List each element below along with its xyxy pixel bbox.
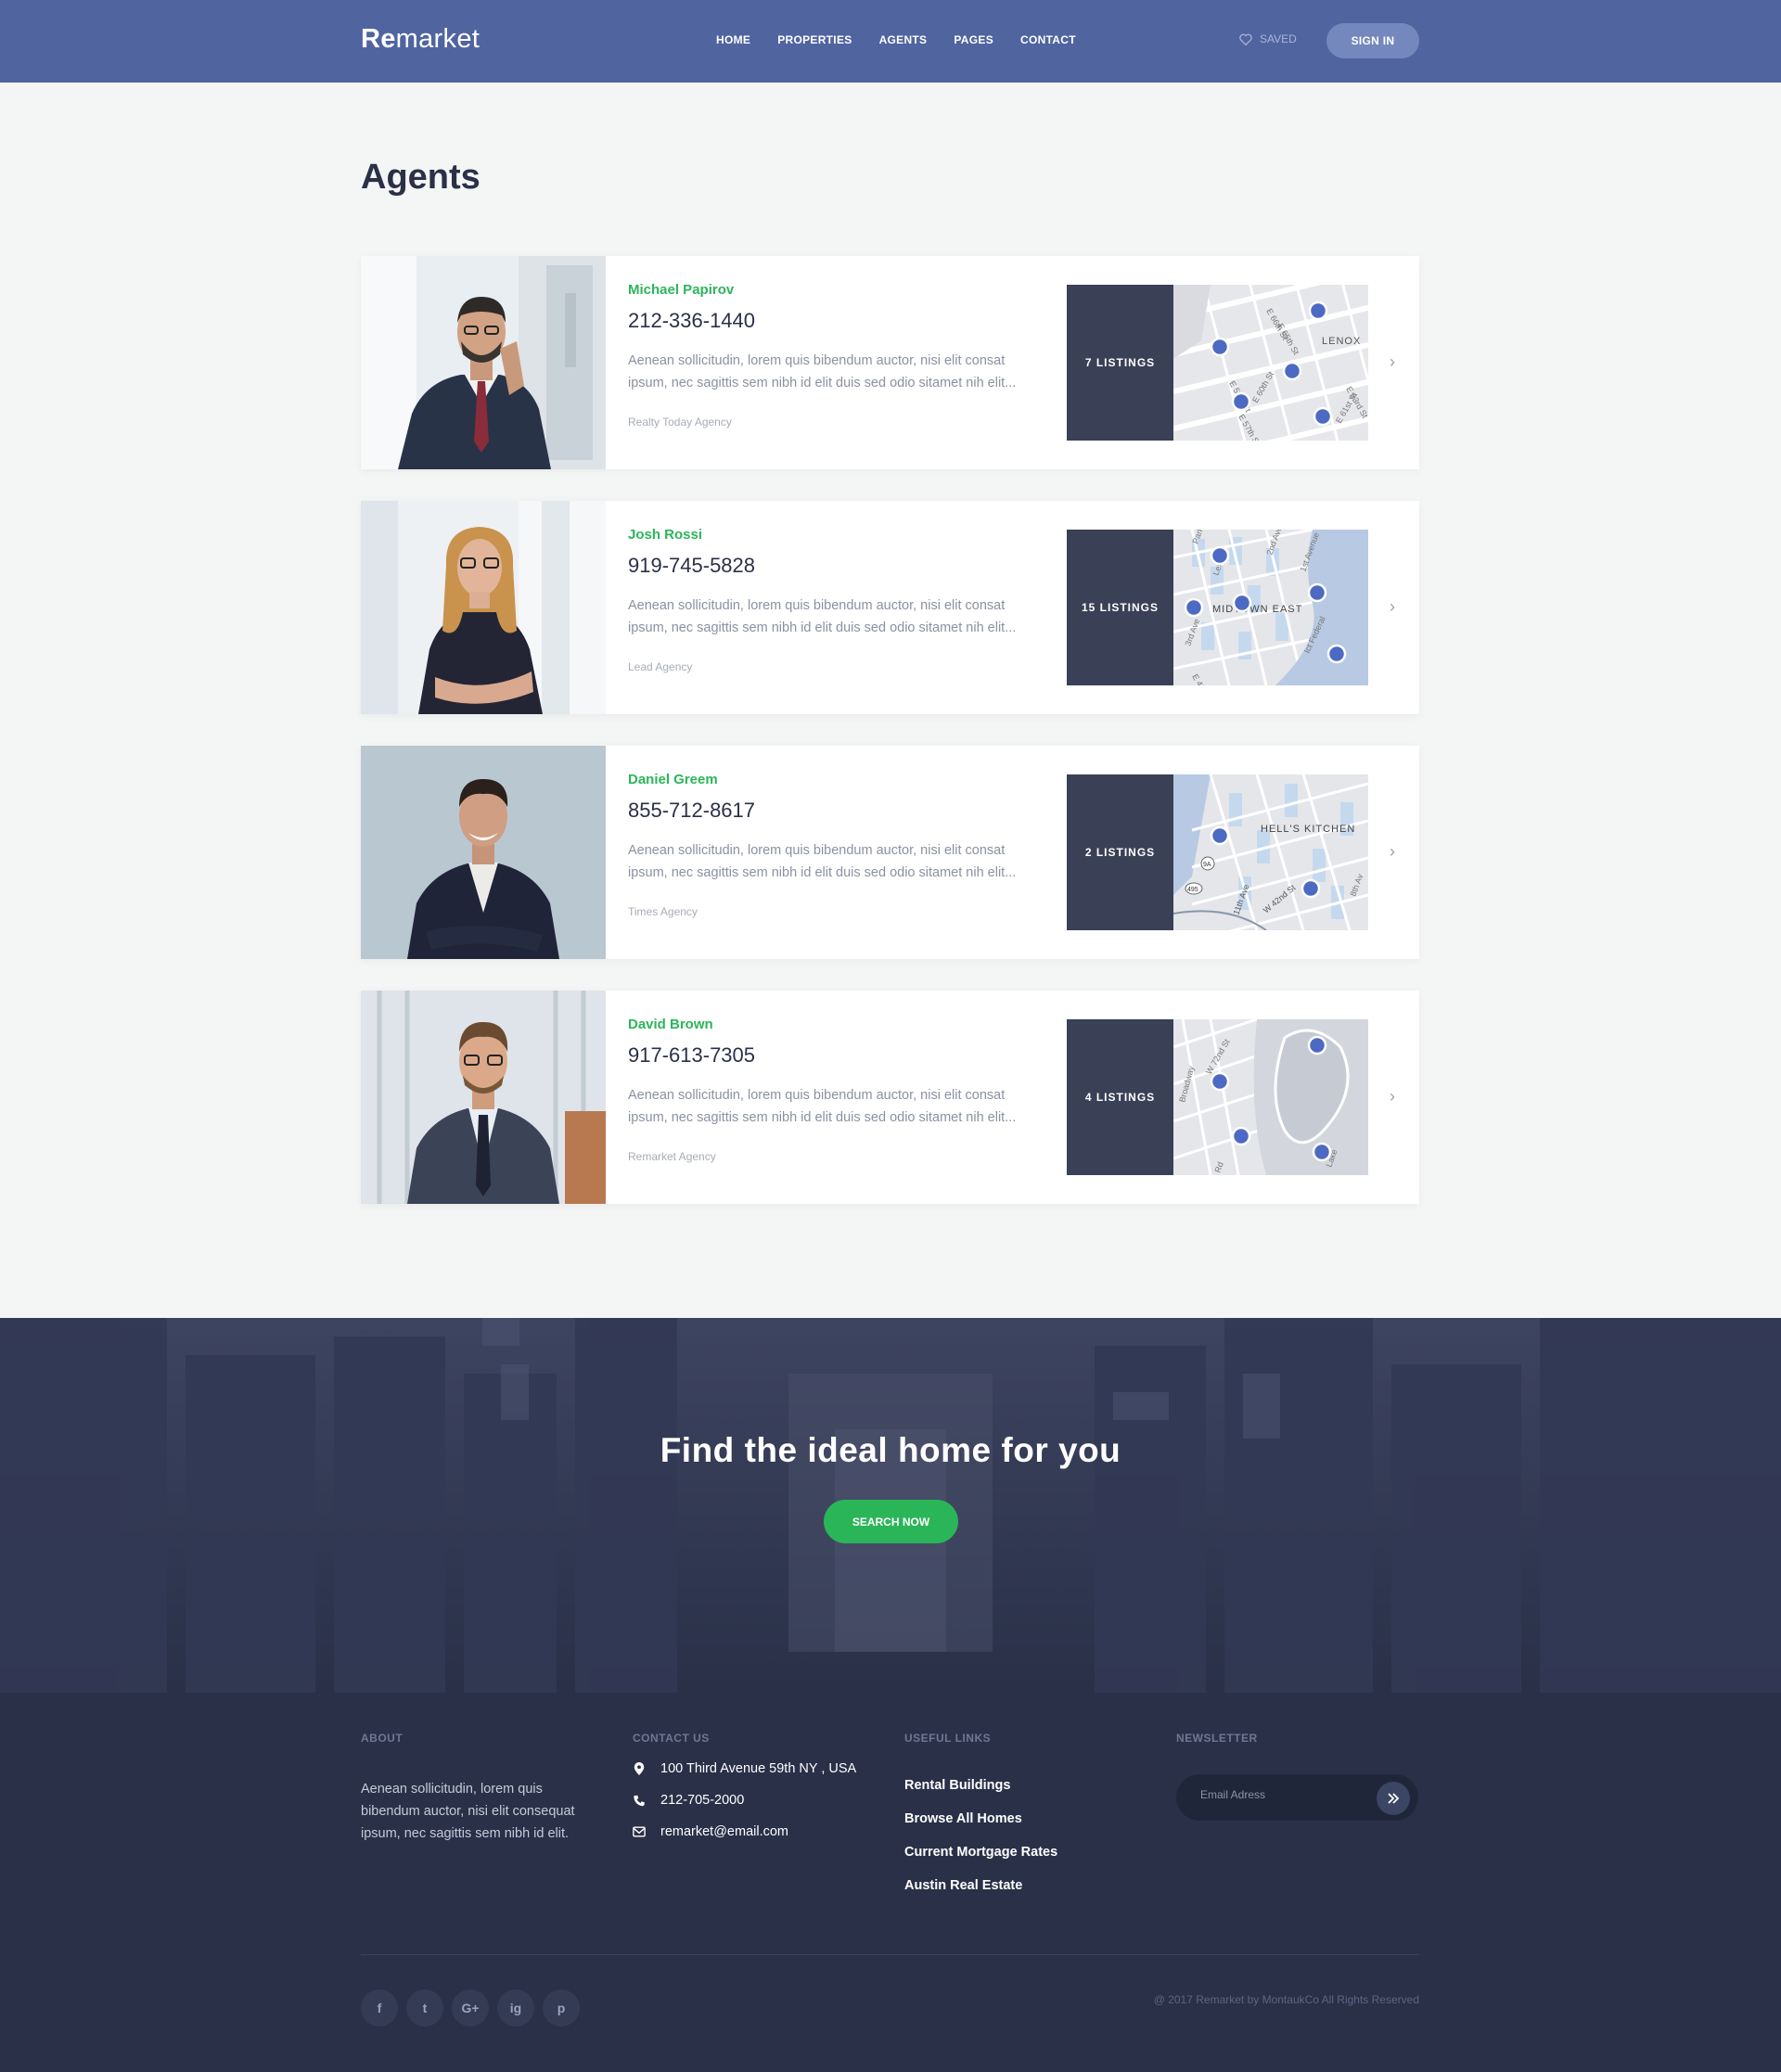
- map-label: HELL'S KITCHEN: [1261, 824, 1355, 835]
- footer-heading: NEWSLETTER: [1176, 1732, 1258, 1745]
- listing-map[interactable]: MIDTOWN EAST E 42nd St 3rd Ave 2nd Ave 1…: [1172, 530, 1368, 685]
- footer-heading: USEFUL LINKS: [904, 1732, 992, 1745]
- twitter-icon[interactable]: t: [406, 1989, 443, 2027]
- map-label: LENOX: [1322, 336, 1361, 347]
- map-label: 9A: [1203, 862, 1211, 868]
- phone-icon: [634, 1795, 645, 1806]
- agent-info: David Brown 917-613-7305 Aenean sollicit…: [628, 1017, 1027, 1163]
- listing-preview[interactable]: 15 LISTINGS MIDTOWN EAST E 42nd St: [1067, 530, 1368, 685]
- pinterest-icon[interactable]: p: [543, 1989, 580, 2027]
- agent-card[interactable]: Josh Rossi 919-745-5828 Aenean sollicitu…: [361, 501, 1419, 714]
- agent-agency: Lead Agency: [628, 660, 693, 673]
- location-pin-icon: [634, 1762, 645, 1775]
- agent-card[interactable]: David Brown 917-613-7305 Aenean sollicit…: [361, 991, 1419, 1204]
- newsletter-form: [1176, 1774, 1418, 1821]
- contact-address: 100 Third Avenue 59th NY , USA: [633, 1761, 856, 1776]
- contact-phone[interactable]: 212-705-2000: [633, 1793, 856, 1808]
- agent-description: Aenean sollicitudin, lorem quis bibendum…: [628, 843, 1017, 880]
- newsletter-submit-button[interactable]: [1377, 1782, 1410, 1815]
- agent-photo: [361, 991, 606, 1204]
- footer-link[interactable]: Rental Buildings: [904, 1778, 1057, 1793]
- chevron-right-icon[interactable]: ›: [1390, 842, 1395, 862]
- agent-agency: Remarket Agency: [628, 1150, 716, 1163]
- search-now-button[interactable]: SEARCH NOW: [824, 1500, 958, 1543]
- agent-description: Aenean sollicitudin, lorem quis bibendum…: [628, 598, 1017, 635]
- instagram-icon[interactable]: ig: [497, 1989, 534, 2027]
- footer-divider: [361, 1954, 1419, 1955]
- agent-description: Aenean sollicitudin, lorem quis bibendum…: [628, 353, 1017, 390]
- saved-link[interactable]: SAVED: [1239, 32, 1297, 45]
- about-text: Aenean sollicitudin, lorem quis bibendum…: [361, 1782, 575, 1841]
- page-title: Agents: [361, 158, 480, 197]
- agent-agency: Times Agency: [628, 905, 698, 918]
- nav-properties[interactable]: PROPERTIES: [777, 33, 852, 46]
- footer-links: USEFUL LINKS Rental Buildings Browse All…: [904, 1732, 1057, 1893]
- agent-card[interactable]: Daniel Greem 855-712-8617 Aenean sollici…: [361, 746, 1419, 959]
- agent-name[interactable]: Daniel Greem: [628, 772, 1027, 787]
- envelope-icon: [633, 1826, 646, 1837]
- footer-about: ABOUT Aenean sollicitudin, lorem quis bi…: [361, 1732, 583, 1845]
- listing-preview[interactable]: 7 LISTINGS LENOX E 60th St E 59th St E 5…: [1067, 285, 1368, 441]
- agent-photo: [361, 256, 606, 469]
- logo[interactable]: Remarket: [361, 24, 480, 55]
- listing-count[interactable]: 7 LISTINGS: [1067, 285, 1173, 441]
- site-footer: ABOUT Aenean sollicitudin, lorem quis bi…: [0, 1693, 1781, 2072]
- agent-info: Josh Rossi 919-745-5828 Aenean sollicitu…: [628, 527, 1027, 673]
- social-links: f t G+ ig p: [361, 1989, 588, 2027]
- listing-preview[interactable]: 4 LISTINGS W 72nd St Broadway Lake Rd: [1067, 1019, 1368, 1175]
- double-chevron-right-icon: [1388, 1793, 1400, 1804]
- agent-phone: 919-745-5828: [628, 554, 756, 577]
- agent-name[interactable]: Josh Rossi: [628, 527, 1027, 543]
- listing-map[interactable]: HELL'S KITCHEN W 42nd St 11th Ave 9A 495…: [1172, 774, 1368, 930]
- listing-count[interactable]: 2 LISTINGS: [1067, 774, 1173, 930]
- chevron-right-icon[interactable]: ›: [1390, 352, 1395, 372]
- agent-phone: 212-336-1440: [628, 309, 756, 332]
- map-label: 495: [1187, 887, 1198, 893]
- agent-name[interactable]: Michael Papirov: [628, 282, 1027, 298]
- nav-home[interactable]: HOME: [716, 33, 750, 46]
- saved-label: SAVED: [1260, 32, 1297, 45]
- footer-contact: CONTACT US 100 Third Avenue 59th NY , US…: [633, 1732, 856, 1839]
- cta-banner: Find the ideal home for you SEARCH NOW: [0, 1318, 1781, 1693]
- agent-agency: Realty Today Agency: [628, 416, 732, 428]
- listing-count[interactable]: 4 LISTINGS: [1067, 1019, 1173, 1175]
- footer-newsletter: NEWSLETTER: [1176, 1732, 1418, 1821]
- main-nav: HOME PROPERTIES AGENTS PAGES CONTACT: [716, 33, 1103, 46]
- facebook-icon[interactable]: f: [361, 1989, 398, 2027]
- agent-card[interactable]: Michael Papirov 212-336-1440 Aenean soll…: [361, 256, 1419, 469]
- heart-icon: [1239, 33, 1252, 45]
- agent-info: Daniel Greem 855-712-8617 Aenean sollici…: [628, 772, 1027, 918]
- agent-description: Aenean sollicitudin, lorem quis bibendum…: [628, 1088, 1017, 1125]
- footer-link[interactable]: Current Mortgage Rates: [904, 1845, 1057, 1860]
- footer-heading: CONTACT US: [633, 1732, 710, 1745]
- nav-pages[interactable]: PAGES: [954, 33, 993, 46]
- agent-photo: [361, 746, 606, 959]
- copyright: @ 2017 Remarket by MontaukCo All Rights …: [1153, 1993, 1419, 2006]
- agent-photo: [361, 501, 606, 714]
- chevron-right-icon[interactable]: ›: [1390, 597, 1395, 617]
- listing-map[interactable]: LENOX E 60th St E 59th St E 57th St E 66…: [1154, 285, 1368, 441]
- nav-contact[interactable]: CONTACT: [1020, 33, 1076, 46]
- agent-phone: 855-712-8617: [628, 799, 756, 822]
- listing-preview[interactable]: 2 LISTINGS HELL'S KITCHEN W 42nd St 11th…: [1067, 774, 1368, 930]
- site-header: Remarket HOME PROPERTIES AGENTS PAGES CO…: [0, 0, 1781, 83]
- footer-link[interactable]: Browse All Homes: [904, 1811, 1057, 1826]
- sign-in-button[interactable]: SIGN IN: [1326, 23, 1419, 58]
- footer-link[interactable]: Austin Real Estate: [904, 1878, 1057, 1893]
- contact-email[interactable]: remarket@email.com: [633, 1824, 856, 1839]
- nav-agents[interactable]: AGENTS: [879, 33, 928, 46]
- google-plus-icon[interactable]: G+: [452, 1989, 489, 2027]
- footer-heading: ABOUT: [361, 1732, 404, 1745]
- agent-name[interactable]: David Brown: [628, 1017, 1027, 1032]
- agent-info: Michael Papirov 212-336-1440 Aenean soll…: [628, 282, 1027, 428]
- listing-map[interactable]: W 72nd St Broadway Lake Rd: [1172, 1019, 1368, 1175]
- agent-phone: 917-613-7305: [628, 1043, 756, 1067]
- cta-title: Find the ideal home for you: [660, 1431, 1121, 1469]
- chevron-right-icon[interactable]: ›: [1390, 1087, 1395, 1106]
- listing-count[interactable]: 15 LISTINGS: [1067, 530, 1173, 685]
- newsletter-email-input[interactable]: [1200, 1788, 1367, 1801]
- map-label: MIDTOWN EAST: [1212, 604, 1302, 615]
